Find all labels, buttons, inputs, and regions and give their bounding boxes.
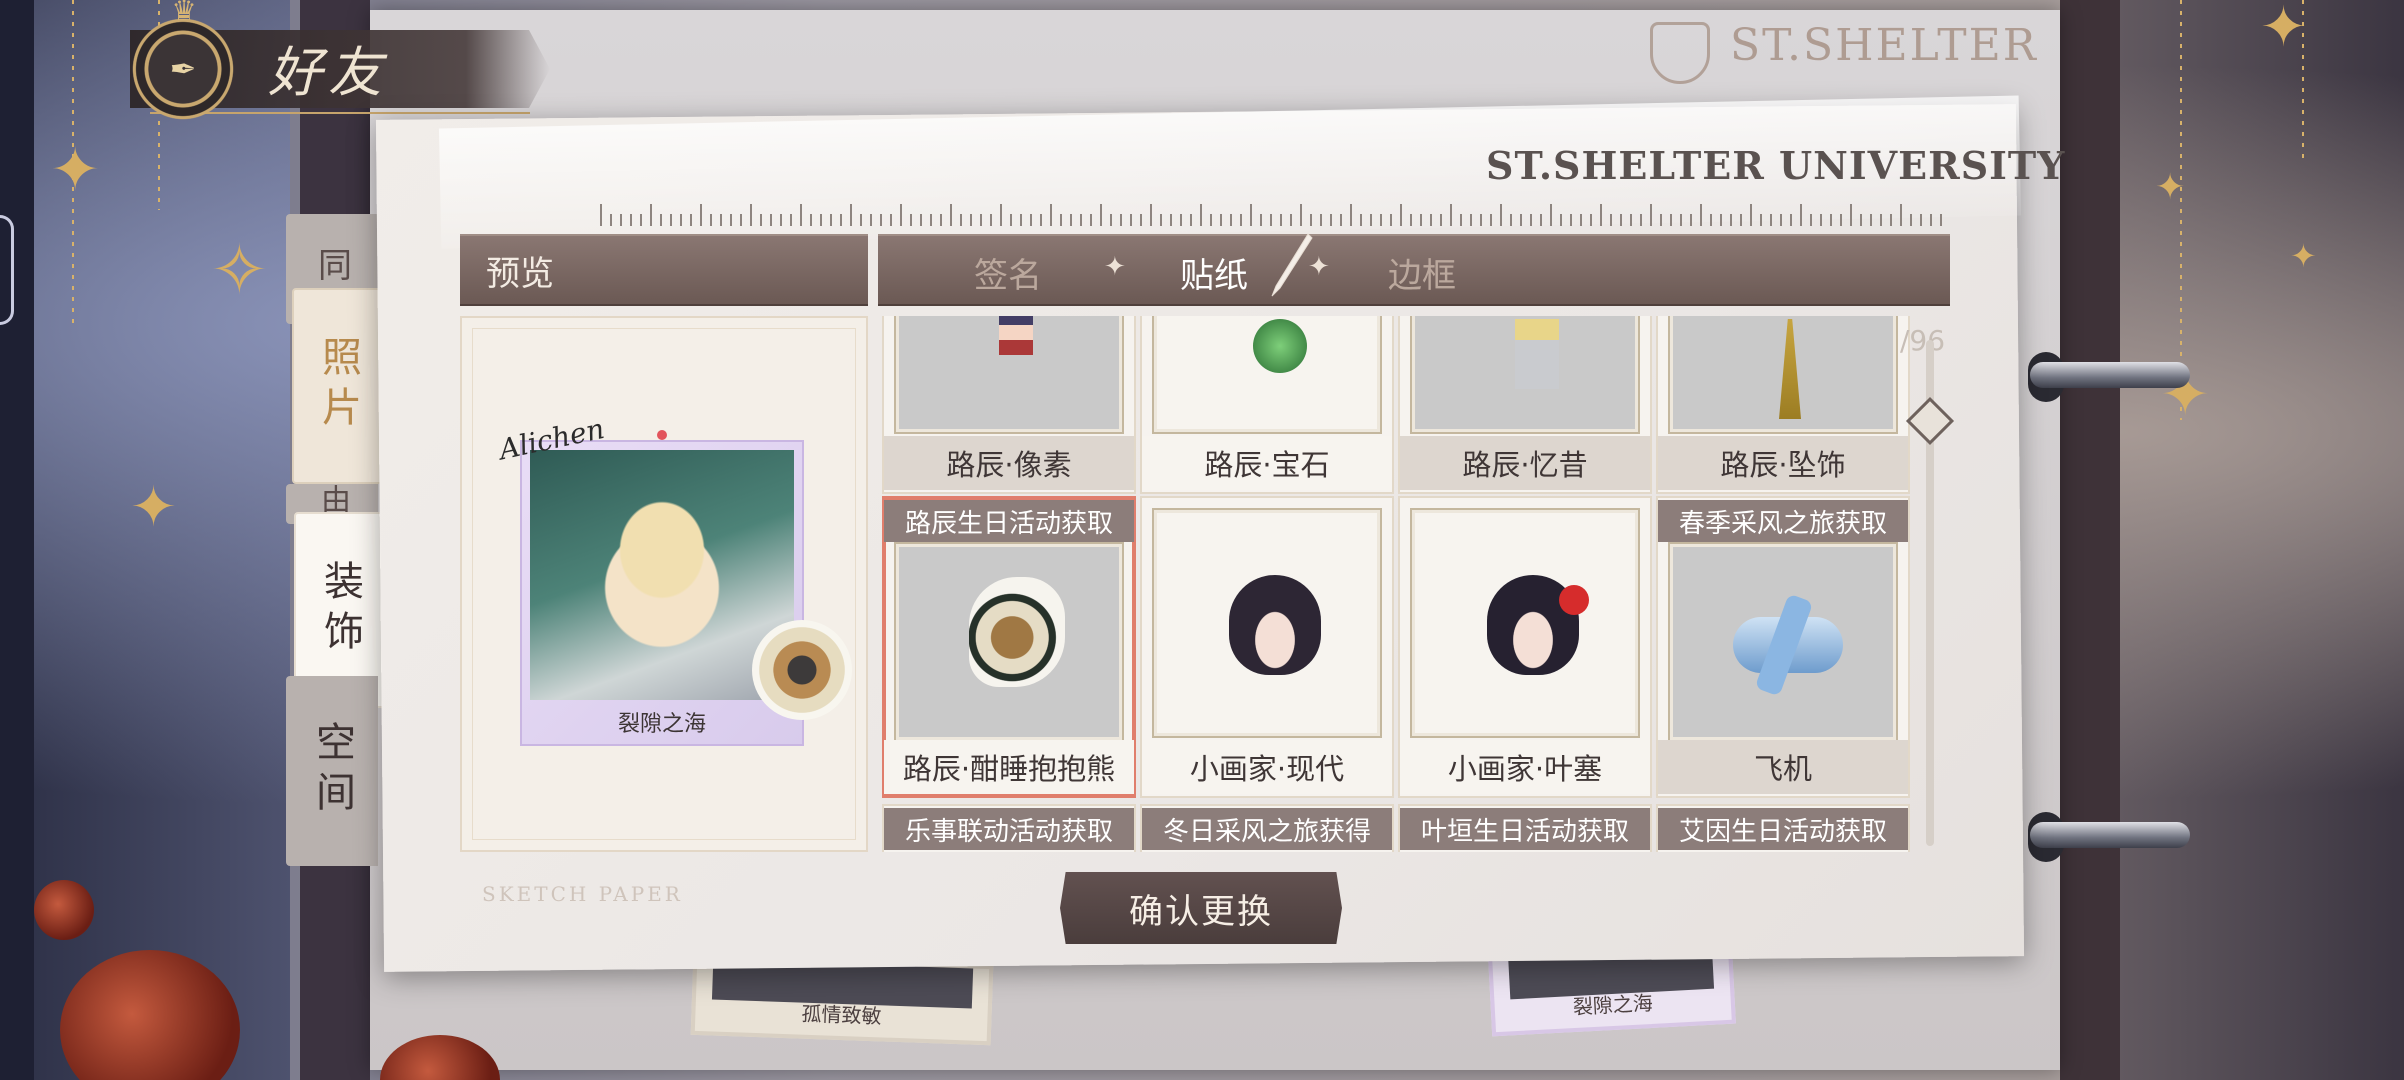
- tassel-sticker-icon: [1779, 319, 1801, 419]
- sticker-thumbnail: [894, 316, 1124, 434]
- star-icon: ✦: [50, 135, 101, 205]
- sticker-name: 小画家·现代: [1142, 740, 1392, 794]
- plane-sticker-icon: [1733, 617, 1843, 673]
- tab-label: 同: [311, 247, 352, 291]
- background-logo: ST.SHELTER: [1730, 20, 2038, 71]
- star-icon: ✧: [210, 229, 269, 311]
- sticker-source: 叶垣生日活动获取: [1400, 808, 1650, 850]
- preview-caption: 裂隙之海: [617, 712, 706, 737]
- star-garland: [2180, 0, 2182, 420]
- sticker-count: /96: [1900, 324, 1946, 357]
- sticker-name: 路辰·坠饰: [1658, 436, 1908, 490]
- sketch-paper-label: SKETCH PAPER: [482, 882, 683, 906]
- tab-label: 装饰: [317, 560, 363, 660]
- screen-edge: [0, 0, 34, 1080]
- pin-dot: [657, 430, 667, 440]
- memory-sticker-icon: [1515, 319, 1559, 389]
- sticker-source: 艾因生日活动获取: [1658, 808, 1908, 850]
- star-icon: ✦: [2290, 237, 2317, 275]
- crown-icon: ♛: [171, 0, 197, 27]
- sticker-thumbnail: [894, 542, 1124, 742]
- sticker-thumbnail: [1668, 316, 1898, 434]
- shield-icon: [1650, 22, 1710, 84]
- girl-yesai-sticker-icon: [1487, 575, 1589, 675]
- sparkle-icon: ✦: [1308, 252, 1330, 282]
- pen-nib-icon: ✒: [169, 50, 197, 88]
- preview-label: 预览: [486, 254, 554, 294]
- gem-sticker-icon: [1253, 319, 1307, 373]
- sticker-source: 乐事联动活动获取: [884, 808, 1134, 850]
- sticker-name: 路辰·忆昔: [1400, 436, 1650, 490]
- star-icon: ✦: [2155, 167, 2186, 208]
- rose-decoration: [34, 880, 94, 940]
- sticker-thumbnail: [1410, 316, 1640, 434]
- binder-ring: [2030, 362, 2190, 388]
- sticker-name: 路辰·像素: [884, 436, 1134, 490]
- sparkle-icon: ✦: [1104, 252, 1126, 282]
- pixel-sticker-icon: [999, 316, 1033, 355]
- sticker-thumbnail: [1410, 508, 1640, 738]
- sticker-name: 路辰·酣睡抱抱熊: [884, 740, 1134, 794]
- confirm-change-button[interactable]: 确认更换: [1060, 872, 1342, 944]
- preview-sticker: [752, 620, 852, 720]
- tab-photos[interactable]: 照片: [292, 288, 384, 484]
- sticker-source: 冬日采风之旅获得: [1142, 808, 1392, 850]
- page-title: 好友: [268, 41, 388, 104]
- sticker-source: 路辰生日活动获取: [884, 500, 1134, 542]
- sticker-thumbnail: [1152, 508, 1382, 738]
- sticker-thumbnail: [1152, 316, 1382, 434]
- notch-outline: [0, 215, 14, 325]
- sticker-grid[interactable]: 路辰·像素 路辰·宝石 路辰·忆昔 路辰·坠饰 路辰生日活动获取 路辰·酣睡抱抱…: [878, 316, 1950, 852]
- tab-space[interactable]: 空间: [286, 676, 378, 866]
- sticker-name: 小画家·叶塞: [1400, 740, 1650, 794]
- back-button[interactable]: ✒: [128, 14, 238, 124]
- girl-modern-sticker-icon: [1229, 575, 1321, 675]
- university-logo: ST.SHELTER UNIVERSITY: [1486, 143, 2066, 188]
- tab-frame[interactable]: 边框: [1388, 248, 1456, 297]
- star-icon: ✦: [2260, 0, 2307, 60]
- tab-sticker[interactable]: 贴纸: [1180, 248, 1248, 297]
- tab-label: 空间: [309, 721, 355, 821]
- sticker-thumbnail: [1668, 542, 1898, 742]
- tab-label: 照片: [315, 336, 361, 436]
- sticker-name: 路辰·宝石: [1142, 436, 1392, 490]
- sticker-source: 春季采风之旅获取: [1658, 500, 1908, 542]
- ruler-decoration: [600, 196, 1950, 226]
- notebook-spine-right: [2060, 0, 2120, 1080]
- star-icon: ✦: [130, 475, 177, 540]
- bear-sticker-icon: [969, 577, 1065, 687]
- tab-signature[interactable]: 签名: [974, 248, 1042, 297]
- sticker-name: 飞机: [1658, 740, 1908, 794]
- binder-ring: [2030, 822, 2190, 848]
